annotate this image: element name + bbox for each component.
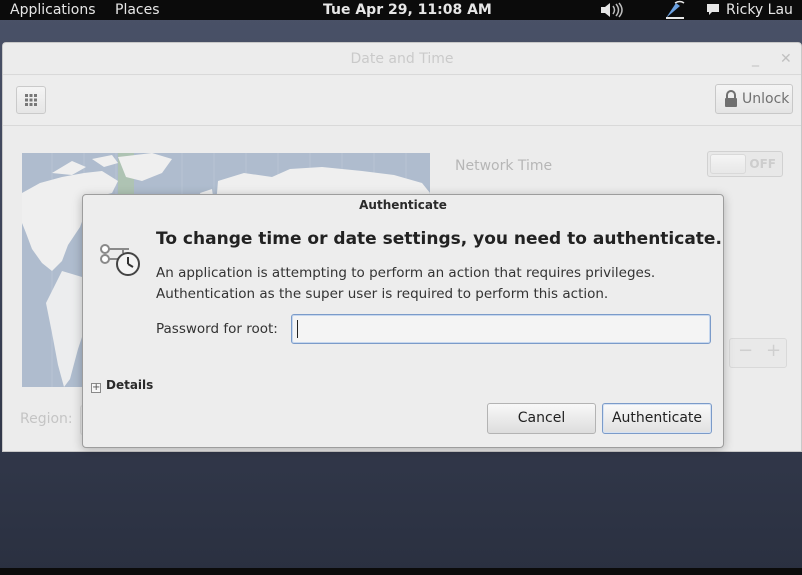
- network-icon[interactable]: [664, 0, 686, 24]
- bottom-panel: [0, 568, 802, 575]
- authenticate-dialog: Authenticate To change time or date sett…: [82, 194, 724, 448]
- details-label: Details: [106, 378, 154, 392]
- text-cursor: [297, 320, 298, 338]
- dialog-message: An application is attempting to perform …: [156, 263, 655, 305]
- user-menu[interactable]: Ricky Lau: [726, 0, 793, 20]
- dialog-heading: To change time or date settings, you nee…: [156, 229, 722, 249]
- expander-plus-icon: +: [91, 382, 101, 393]
- applications-menu[interactable]: Applications: [10, 0, 96, 20]
- top-panel: Applications Places Tue Apr 29, 11:08 AM…: [0, 0, 802, 20]
- keys-clock-icon: [100, 244, 140, 276]
- dialog-title: Authenticate: [359, 198, 447, 212]
- places-menu[interactable]: Places: [115, 0, 160, 20]
- volume-icon[interactable]: [600, 2, 624, 22]
- password-label: Password for root:: [156, 321, 278, 337]
- cancel-button[interactable]: Cancel: [487, 403, 596, 434]
- clock[interactable]: Tue Apr 29, 11:08 AM: [323, 0, 492, 20]
- dialog-message-line-2: Authentication as the super user is requ…: [156, 286, 609, 302]
- details-expander[interactable]: + Details: [91, 378, 153, 393]
- dialog-message-line-1: An application is attempting to perform …: [156, 265, 656, 281]
- authenticate-button[interactable]: Authenticate: [602, 403, 712, 434]
- password-input[interactable]: [291, 314, 711, 344]
- chat-icon[interactable]: [706, 3, 720, 21]
